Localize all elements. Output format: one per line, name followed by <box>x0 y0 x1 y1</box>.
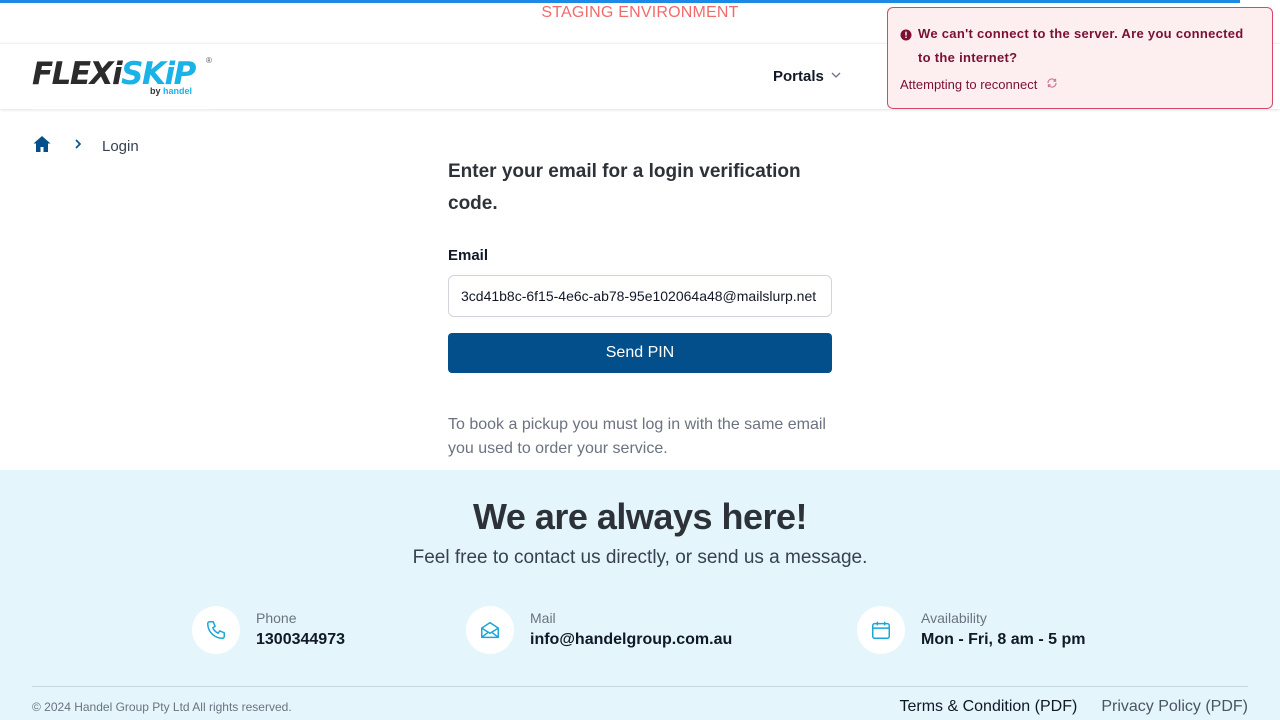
toast-status: Attempting to reconnect <box>900 77 1038 92</box>
logo-by-text: by <box>150 86 161 96</box>
contact-value[interactable]: 1300344973 <box>256 628 345 652</box>
breadcrumb-current: Login <box>102 137 139 155</box>
portals-label: Portals <box>773 68 824 85</box>
logo-registered-mark: ® <box>206 56 212 65</box>
email-label: Email <box>448 247 489 264</box>
footer-divider <box>32 686 1248 687</box>
contact-availability: Availability Mon - Fri, 8 am - 5 pm <box>857 606 1085 654</box>
contact-label: Phone <box>256 610 297 626</box>
privacy-link[interactable]: Privacy Policy (PDF) <box>1101 698 1248 716</box>
error-icon <box>900 28 912 46</box>
logo-wordmark-dark: FLEXi <box>32 56 123 92</box>
contact-value[interactable]: info@handelgroup.com.au <box>530 628 732 652</box>
form-title: Enter your email for a login verificatio… <box>448 161 801 214</box>
contact-phone: Phone 1300344973 <box>192 606 345 654</box>
email-field[interactable] <box>448 275 832 317</box>
contact-mail: Mail info@handelgroup.com.au <box>466 606 732 654</box>
home-icon[interactable] <box>32 134 52 159</box>
chevron-right-icon <box>72 137 84 155</box>
phone-icon <box>192 606 240 654</box>
refresh-icon <box>1045 76 1059 93</box>
logo-byline: by handel <box>150 86 192 96</box>
login-form: Enter your email for a login verificatio… <box>448 156 832 461</box>
terms-link[interactable]: Terms & Condition (PDF) <box>899 698 1077 716</box>
contact-label: Mail <box>530 610 556 626</box>
login-note: To book a pickup you must log in with th… <box>448 416 826 457</box>
flexiskip-logo[interactable]: FLEXiSKiP ® by handel <box>32 54 212 110</box>
footer-links: Terms & Condition (PDF) Privacy Policy (… <box>899 698 1248 716</box>
contact-value: Mon - Fri, 8 am - 5 pm <box>921 631 1086 648</box>
connection-error-toast: We can't connect to the server. Are you … <box>887 7 1273 109</box>
footer-subtitle: Feel free to contact us directly, or sen… <box>412 547 868 568</box>
portals-menu[interactable]: Portals <box>773 68 842 85</box>
calendar-icon <box>857 606 905 654</box>
contact-label: Availability <box>921 610 987 626</box>
copyright-text: © 2024 Handel Group Pty Ltd All rights r… <box>32 700 292 714</box>
toast-title: We can't connect to the server. Are you … <box>918 26 1244 65</box>
chevron-down-icon <box>830 68 842 85</box>
footer-title: We are always here! <box>472 496 808 537</box>
send-pin-button[interactable]: Send PIN <box>448 333 832 373</box>
logo-maker-text: handel <box>163 86 193 96</box>
breadcrumb: Login <box>32 134 139 159</box>
mail-icon <box>466 606 514 654</box>
contact-footer: We are always here! Feel free to contact… <box>0 470 1280 720</box>
